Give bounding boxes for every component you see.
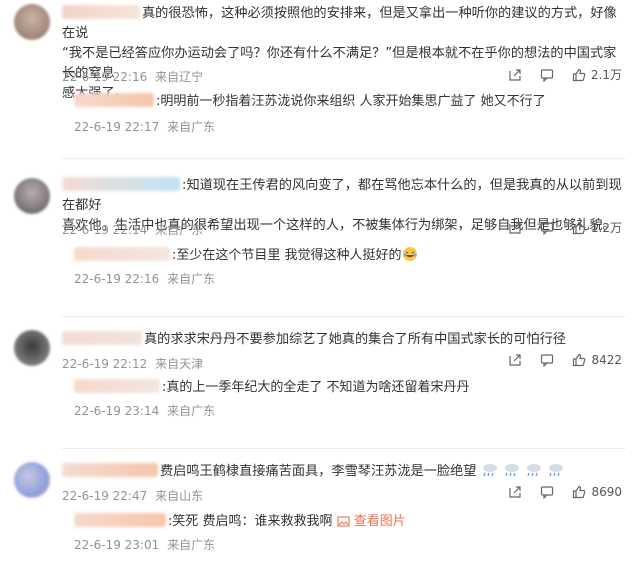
like-count: 2.1万 bbox=[590, 68, 622, 82]
username-blurred[interactable] bbox=[74, 93, 154, 107]
username-blurred[interactable] bbox=[74, 379, 160, 393]
like-count: 8422 bbox=[591, 353, 622, 367]
comment-text: 费启鸣王鹤棣直接痛苦面具，李雪琴汪苏泷是一脸绝望 bbox=[62, 462, 622, 482]
comment-time: 22-6-19 22:16 bbox=[62, 70, 148, 84]
username-blurred[interactable] bbox=[62, 463, 158, 477]
rain-cloud-emoji-row bbox=[481, 464, 566, 479]
avatar[interactable] bbox=[14, 330, 50, 366]
avatar[interactable] bbox=[14, 178, 50, 214]
rain-cloud-emoji-icon bbox=[482, 464, 497, 477]
thumb-up-icon bbox=[573, 485, 586, 499]
rain-cloud-emoji-icon bbox=[527, 464, 542, 477]
share-button[interactable] bbox=[508, 485, 522, 499]
username-blurred[interactable] bbox=[62, 5, 140, 19]
reply-text: :明明前一秒指着汪苏泷说你来组织 人家开始集思广益了 她又不行了 bbox=[74, 92, 622, 112]
username-blurred[interactable] bbox=[74, 247, 170, 261]
reply-button[interactable] bbox=[540, 221, 554, 235]
rain-cloud-emoji-icon bbox=[549, 464, 564, 477]
like-button[interactable]: 8422 bbox=[572, 353, 622, 367]
reply-text: :至少在这个节目里 我觉得这种人挺好的 bbox=[74, 246, 622, 266]
reply-text: :笑死 费启鸣：谁来救救我啊 查看图片 bbox=[74, 512, 622, 532]
comment-text: 真的求求宋丹丹不要参加综艺了她真的集合了所有中国式家长的可怕行径 bbox=[62, 330, 622, 350]
reply-meta: 22-6-19 22:16 来自广东 bbox=[74, 272, 216, 286]
comment-meta: 22-6-19 22:47 来自山东 bbox=[62, 489, 204, 503]
like-button[interactable]: 1.2万 bbox=[572, 219, 622, 236]
like-button[interactable]: 8690 bbox=[572, 485, 622, 499]
comment-icon bbox=[540, 221, 554, 235]
share-icon bbox=[509, 486, 522, 498]
reply-meta: 22-6-19 22:17 来自广东 bbox=[74, 120, 216, 134]
comment-location: 来自辽宁 bbox=[155, 70, 204, 84]
comment-icon bbox=[540, 68, 554, 82]
comment-icon bbox=[541, 486, 554, 499]
comment-icon bbox=[541, 354, 554, 367]
share-button[interactable] bbox=[508, 221, 522, 235]
share-button[interactable] bbox=[508, 68, 522, 82]
divider bbox=[62, 316, 626, 317]
comment-actions: 1.2万 bbox=[508, 219, 622, 236]
like-button[interactable]: 2.1万 bbox=[572, 66, 622, 83]
comment-actions: 8422 bbox=[508, 353, 622, 367]
reply-meta: 22-6-19 23:01 来自广东 bbox=[74, 538, 216, 552]
laugh-cry-emoji-icon bbox=[402, 247, 417, 261]
username-blurred[interactable] bbox=[62, 331, 142, 345]
like-count: 1.2万 bbox=[590, 221, 622, 235]
reply-meta: 22-6-19 23:14 来自广东 bbox=[74, 404, 216, 418]
share-button[interactable] bbox=[508, 353, 522, 367]
divider bbox=[62, 448, 626, 449]
comment-actions: 8690 bbox=[508, 485, 622, 499]
thumb-up-icon bbox=[572, 221, 586, 234]
like-count: 8690 bbox=[591, 485, 622, 499]
avatar[interactable] bbox=[14, 4, 50, 40]
comment-actions: 2.1万 bbox=[508, 66, 622, 83]
share-icon bbox=[509, 68, 521, 81]
comment-meta: 22-6-19 22:16 来自辽宁 bbox=[62, 68, 203, 85]
share-icon bbox=[509, 221, 521, 234]
reply-text: :真的上一季年纪大的全走了 不知道为啥还留着宋丹丹 bbox=[74, 378, 622, 398]
reply-button[interactable] bbox=[540, 68, 554, 82]
image-icon bbox=[337, 516, 350, 527]
comment-text: 真的很恐怖，这种必须按照他的安排来，但是又拿出一种听你的建议的方式，好像在说 “… bbox=[62, 5, 617, 101]
reply-button[interactable] bbox=[540, 485, 554, 499]
thumb-up-icon bbox=[572, 68, 586, 81]
comment-meta: 22-6-19 22:12 来自天津 bbox=[62, 357, 204, 371]
comment-meta: 22-6-19 22:14 来自广东 bbox=[62, 223, 204, 237]
thumb-up-icon bbox=[573, 353, 586, 367]
avatar[interactable] bbox=[14, 462, 50, 498]
view-image-link[interactable]: 查看图片 bbox=[337, 514, 406, 529]
share-icon bbox=[509, 354, 522, 366]
rain-cloud-emoji-icon bbox=[504, 464, 519, 477]
username-blurred[interactable] bbox=[62, 177, 180, 191]
divider bbox=[62, 158, 626, 159]
username-blurred[interactable] bbox=[74, 513, 166, 527]
reply-button[interactable] bbox=[540, 353, 554, 367]
